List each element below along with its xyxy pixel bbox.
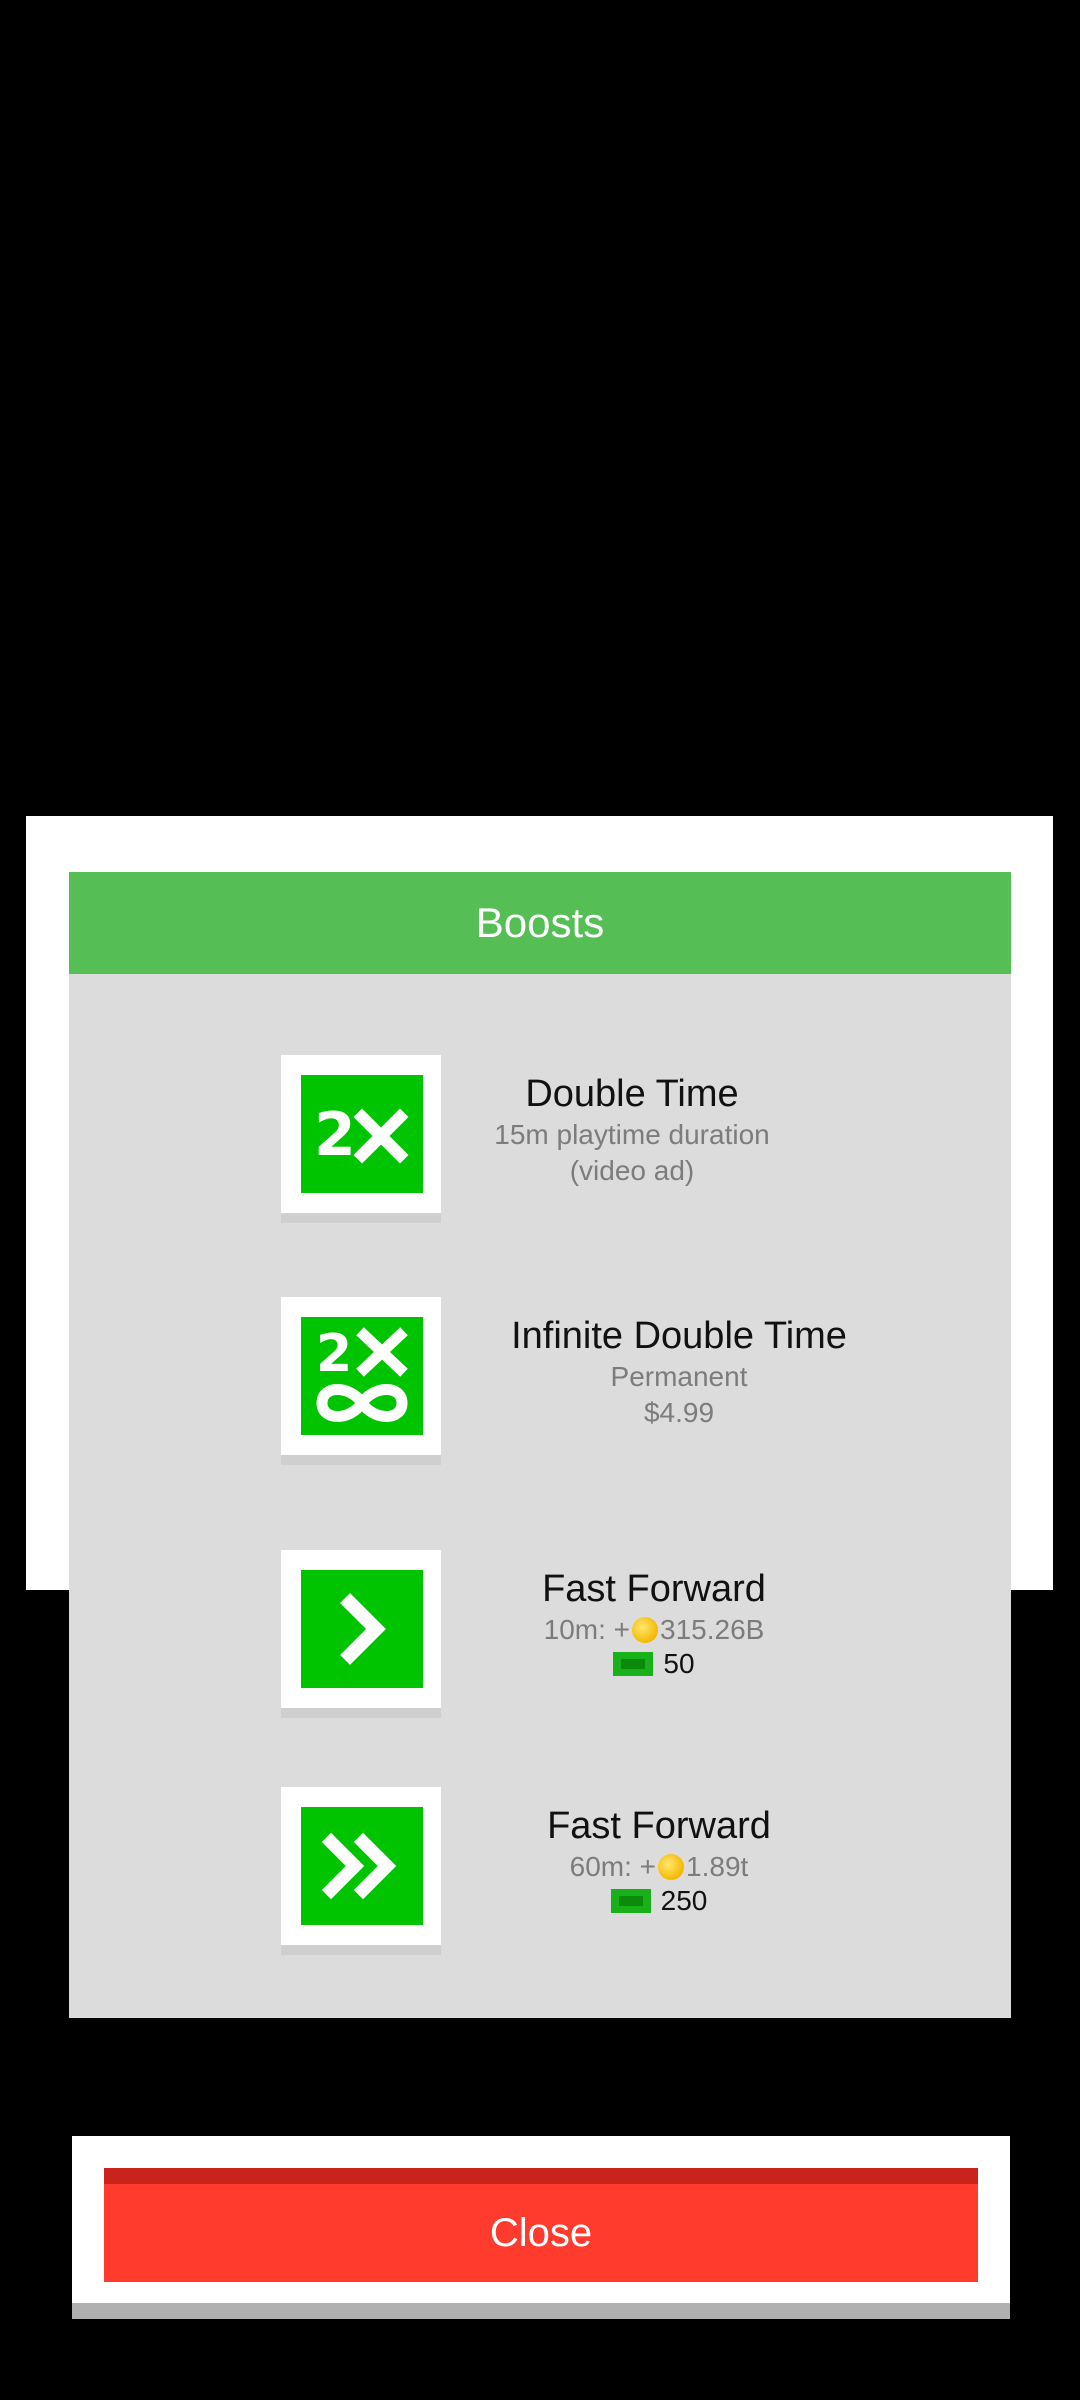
svg-text:2: 2 — [316, 1324, 352, 1384]
boost-tile[interactable] — [281, 1550, 441, 1708]
close-button-frame: Close — [72, 2136, 1010, 2303]
coin-icon — [658, 1854, 685, 1880]
reward-duration: 60m: + — [569, 1851, 657, 1882]
close-button[interactable]: Close — [104, 2168, 978, 2282]
cash-icon — [613, 1652, 654, 1676]
boost-info: Double Time 15m playtime duration (video… — [477, 1071, 787, 1189]
boost-item-double-time[interactable]: 2 Double Time 15m playtime duration (vid… — [69, 1055, 1011, 1223]
boost-title: Double Time — [525, 1073, 739, 1115]
double-time-icon: 2 — [301, 1075, 423, 1193]
boost-tile[interactable]: 2 — [281, 1055, 441, 1213]
infinite-double-time-icon: 2 — [301, 1317, 423, 1435]
boost-title: Infinite Double Time — [511, 1315, 847, 1357]
boost-price: 50 — [489, 1648, 819, 1680]
svg-text:2: 2 — [314, 1100, 356, 1169]
boost-price: $4.99 — [643, 1397, 715, 1428]
fast-forward-icon — [301, 1570, 423, 1688]
boost-item-fast-forward-60m[interactable]: Fast Forward 60m: + 1.89t 250 — [69, 1787, 1011, 1955]
price-value: 50 — [663, 1648, 695, 1679]
boost-title: Fast Forward — [542, 1568, 766, 1610]
boosts-panel: 2 Double Time 15m playtime duration (vid… — [69, 974, 1011, 2018]
boost-item-infinite-double-time[interactable]: 2 Infinite Double Time Permanent $4.99 — [69, 1297, 1011, 1465]
cash-icon — [610, 1889, 651, 1913]
boost-tile[interactable] — [281, 1787, 441, 1945]
boost-reward: 60m: + 1.89t — [489, 1849, 829, 1885]
boost-detail: 15m playtime duration — [494, 1119, 770, 1150]
double-fast-forward-icon — [301, 1807, 423, 1925]
reward-amount: 315.26B — [660, 1614, 765, 1645]
boost-tile[interactable]: 2 — [281, 1297, 441, 1455]
boost-info: Fast Forward 60m: + 1.89t 250 — [489, 1803, 829, 1917]
reward-duration: 10m: + — [543, 1614, 631, 1645]
boost-title: Fast Forward — [547, 1805, 771, 1847]
dialog-title: Boosts — [69, 872, 1011, 974]
boost-item-fast-forward-10m[interactable]: Fast Forward 10m: + 315.26B 50 — [69, 1550, 1011, 1718]
boost-reward: 10m: + 315.26B — [489, 1612, 819, 1648]
price-value: 250 — [660, 1885, 708, 1916]
boost-info: Infinite Double Time Permanent $4.99 — [479, 1313, 879, 1431]
boost-info: Fast Forward 10m: + 315.26B 50 — [489, 1566, 819, 1680]
boost-price: 250 — [489, 1885, 829, 1917]
boost-detail: Permanent — [610, 1361, 748, 1392]
boost-cost: (video ad) — [569, 1155, 695, 1186]
boosts-dialog: Boosts 2 Double Time 15m playtime durati… — [26, 816, 1053, 2018]
coin-icon — [632, 1617, 659, 1643]
reward-amount: 1.89t — [686, 1851, 749, 1882]
